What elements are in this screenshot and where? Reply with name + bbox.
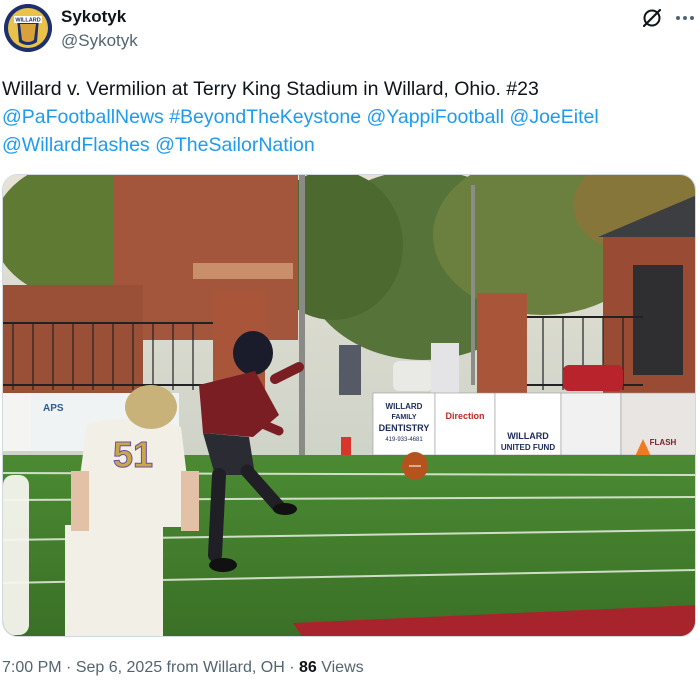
avatar-logo-icon: WILLARD <box>4 4 52 52</box>
svg-text:DENTISTRY: DENTISTRY <box>379 423 430 433</box>
mention-willardflashes[interactable]: @WillardFlashes <box>2 134 150 156</box>
pole <box>471 185 475 385</box>
tweet-photo[interactable]: APS WILLARD FAMILY DENTISTRY 419-933-468… <box>2 174 696 637</box>
svg-text:APS: APS <box>43 403 64 414</box>
views-label: Views <box>316 659 364 676</box>
svg-text:UNITED FUND: UNITED FUND <box>501 443 555 452</box>
svg-text:FAMILY: FAMILY <box>391 414 416 421</box>
tweet-header: WILLARD Sykotyk @Sykotyk <box>0 0 700 64</box>
svg-text:51: 51 <box>113 434 153 475</box>
tweet-meta: 7:00 PM · Sep 6, 2025 from Willard, OH ·… <box>2 659 364 677</box>
grok-icon[interactable] <box>640 6 664 30</box>
mention-thesailornation[interactable]: @TheSailorNation <box>155 134 315 156</box>
tweet-text-line-3: @WillardFlashes @TheSailorNation <box>2 131 692 159</box>
svg-text:WILLARD: WILLARD <box>15 18 40 24</box>
tweet-time[interactable]: 7:00 PM <box>2 659 62 676</box>
foreground-player <box>3 475 29 635</box>
tweet-text: Willard v. Vermilion at Terry King Stadi… <box>2 75 692 159</box>
tweet-text-line-1: Willard v. Vermilion at Terry King Stadi… <box>2 78 539 100</box>
football-photo: APS WILLARD FAMILY DENTISTRY 419-933-468… <box>3 175 695 636</box>
mention-joeeitel[interactable]: @JoeEitel <box>510 106 599 128</box>
svg-text:WILLARD: WILLARD <box>386 402 423 411</box>
tweet-location: from Willard, OH <box>162 659 285 676</box>
mention-yappifootball[interactable]: @YappiFootball <box>367 106 505 128</box>
svg-text:WILLARD: WILLARD <box>507 431 549 441</box>
spectator <box>431 343 459 393</box>
svg-text:Direction: Direction <box>445 411 484 421</box>
svg-text:419-933-4681: 419-933-4681 <box>385 437 423 443</box>
spectator <box>339 345 361 395</box>
svg-text:FLASH: FLASH <box>650 438 677 447</box>
more-options-icon[interactable] <box>673 6 697 30</box>
mention-pafootballnews[interactable]: @PaFootballNews <box>2 106 164 128</box>
author-name[interactable]: Sykotyk <box>61 7 126 27</box>
brick-pillar <box>477 293 527 398</box>
hashtag-beyondthekeystone[interactable]: #BeyondTheKeystone <box>169 106 361 128</box>
avatar[interactable]: WILLARD <box>4 4 52 52</box>
tweet-date[interactable]: Sep 6, 2025 <box>76 659 162 676</box>
meta-separator: · <box>284 659 299 676</box>
car <box>393 361 433 391</box>
pole <box>299 175 305 455</box>
views-count: 86 <box>299 659 317 676</box>
car <box>563 365 623 391</box>
tweet-text-line-2: @PaFootballNews #BeyondTheKeystone @Yapp… <box>2 103 692 131</box>
meta-separator: · <box>61 659 76 676</box>
author-handle[interactable]: @Sykotyk <box>61 31 138 51</box>
